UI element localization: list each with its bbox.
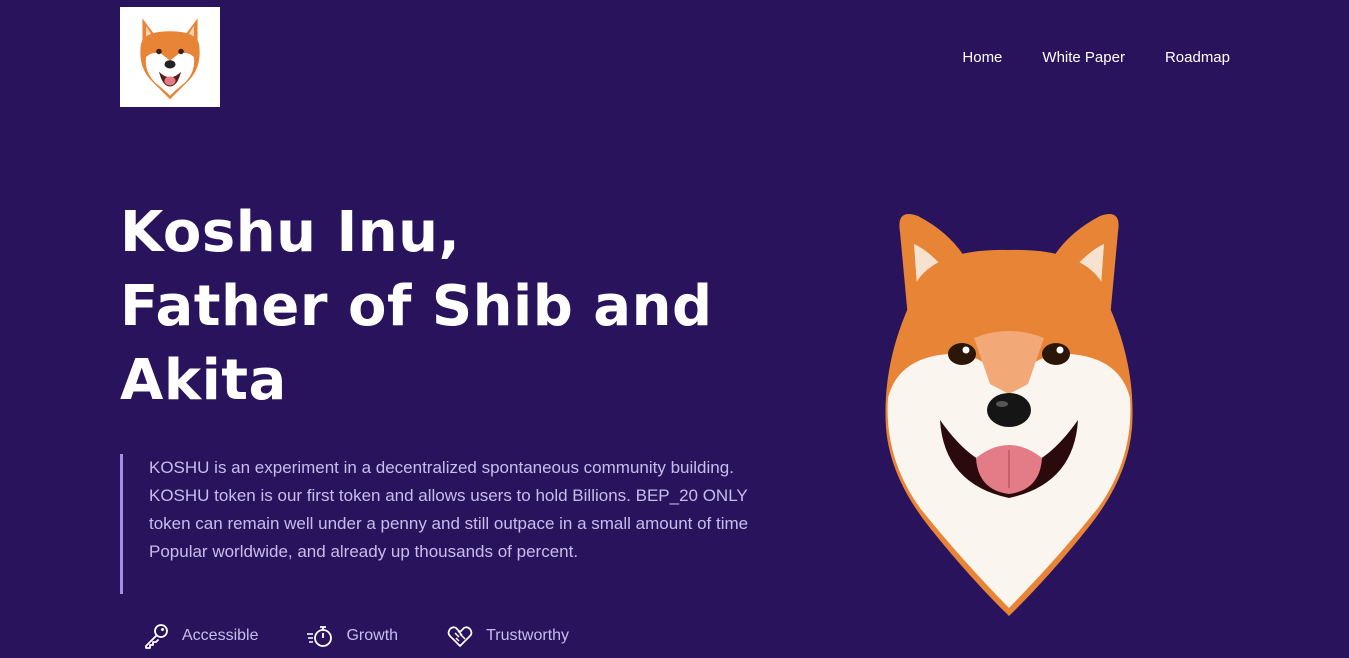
hero-title-line-2: Father of Shib and xyxy=(120,274,713,339)
site-logo[interactable] xyxy=(120,7,220,107)
feature-trustworthy-label: Trustworthy xyxy=(486,627,570,644)
nav-white-paper[interactable]: White Paper xyxy=(1042,48,1125,68)
hero-title: Koshu Inu, Father of Shib and Akita xyxy=(120,196,760,418)
hero-title-line-3: Akita xyxy=(120,348,287,413)
hero-description-block: KOSHU is an experiment in a decentralize… xyxy=(120,454,749,594)
nav-roadmap[interactable]: Roadmap xyxy=(1165,48,1230,68)
nav-home[interactable]: Home xyxy=(962,48,1002,68)
shiba-illustration xyxy=(885,214,1133,616)
hero-description: KOSHU is an experiment in a decentralize… xyxy=(149,458,749,561)
feature-growth-label: Growth xyxy=(346,627,399,644)
feature-growth: Growth xyxy=(306,622,398,650)
key-icon xyxy=(145,624,168,649)
feature-accessible-label: Accessible xyxy=(182,627,259,644)
main-nav: Home White Paper Roadmap xyxy=(962,48,1230,68)
stopwatch-icon xyxy=(307,626,333,647)
hero-title-line-1: Koshu Inu, xyxy=(120,200,461,265)
feature-trustworthy: Trustworthy xyxy=(446,622,569,650)
shiba-logo-icon xyxy=(140,18,200,100)
handshake-icon xyxy=(447,626,473,647)
feature-list: Accessible Growth Trustworthy xyxy=(142,622,569,650)
feature-accessible: Accessible xyxy=(142,622,258,650)
